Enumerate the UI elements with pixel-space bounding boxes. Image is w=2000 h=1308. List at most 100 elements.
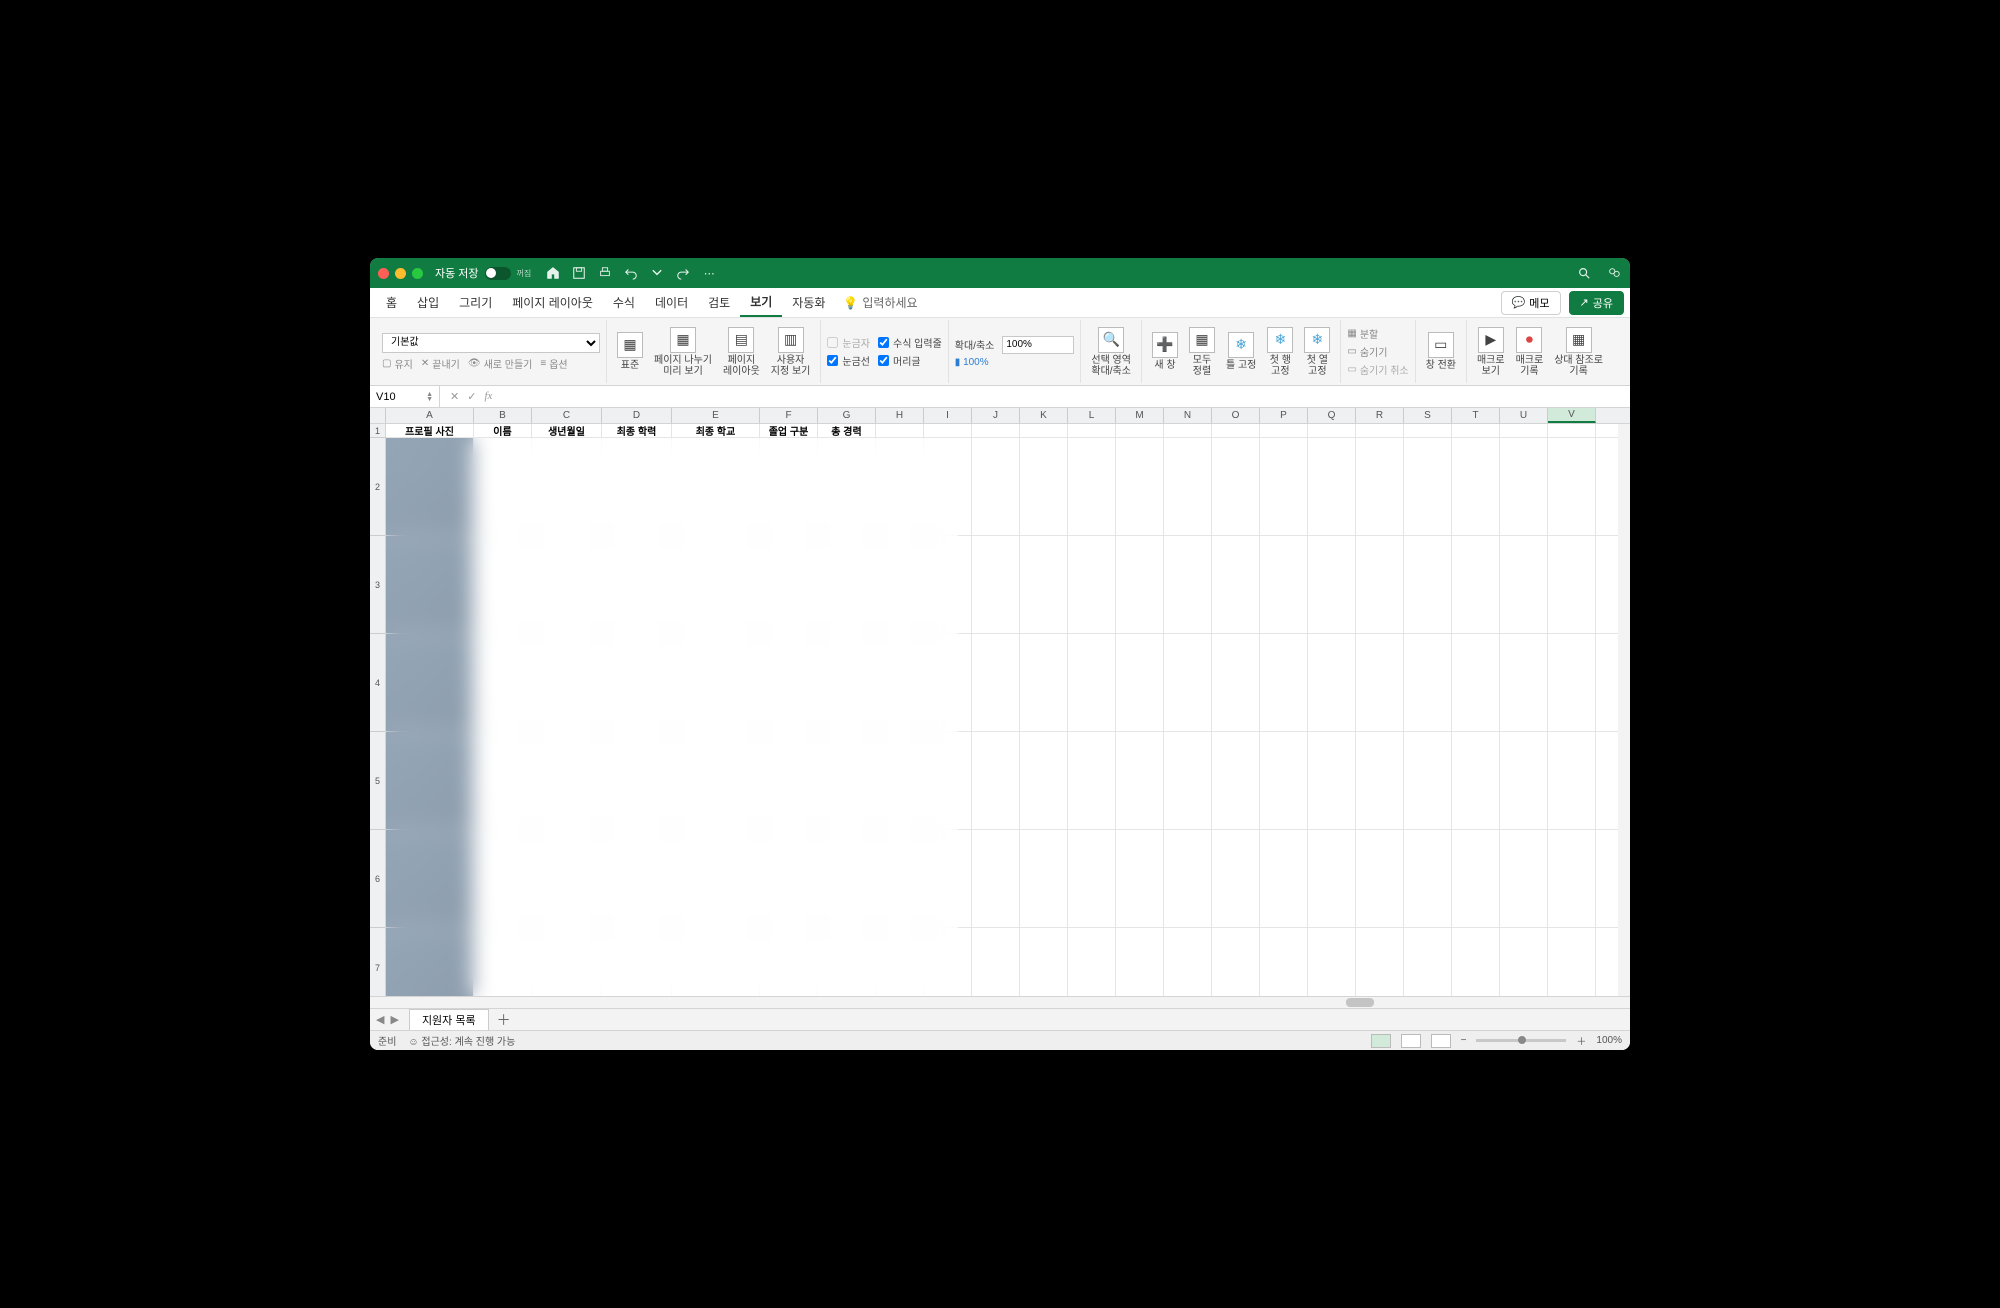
cell-I6[interactable] [924, 830, 972, 927]
cell-S6[interactable] [1404, 830, 1452, 927]
cell-D2[interactable] [602, 438, 672, 535]
cell-I1[interactable] [924, 424, 972, 437]
cell-T7[interactable] [1452, 928, 1500, 996]
cell-U4[interactable] [1500, 634, 1548, 731]
cell-T2[interactable] [1452, 438, 1500, 535]
tab-insert[interactable]: 삽입 [407, 288, 449, 317]
cell-D6[interactable] [602, 830, 672, 927]
cell-T3[interactable] [1452, 536, 1500, 633]
cell-R7[interactable] [1356, 928, 1404, 996]
headings-checkbox[interactable]: 머리글 [878, 353, 921, 368]
cell-E5[interactable] [672, 732, 760, 829]
cell-B2[interactable] [474, 438, 532, 535]
cell-L5[interactable] [1068, 732, 1116, 829]
cell-E1[interactable]: 최종 학교 [672, 424, 760, 437]
cell-A4[interactable] [386, 634, 474, 731]
normal-view-mode-button[interactable] [1371, 1034, 1391, 1048]
new-window-button[interactable]: ➕새 창 [1148, 332, 1182, 371]
hide-button[interactable]: ▭ 숨기기 [1347, 344, 1408, 359]
sheet-nav-prev-icon[interactable]: ◀ [376, 1013, 384, 1026]
unhide-button[interactable]: ▭ 숨기기 취소 [1347, 362, 1408, 377]
cell-L1[interactable] [1068, 424, 1116, 437]
cell-D4[interactable] [602, 634, 672, 731]
cells-area[interactable]: 프로필 사진이름생년월일최종 학력최종 학교졸업 구분총 경력 [386, 424, 1630, 996]
cell-D7[interactable] [602, 928, 672, 996]
freeze-first-col-button[interactable]: ❄첫 열 고정 [1300, 327, 1334, 377]
comments-button[interactable]: 💬 메모 [1501, 291, 1561, 315]
page-layout-button[interactable]: ▤페이지 레이아웃 [719, 327, 764, 377]
cell-C2[interactable] [532, 438, 602, 535]
cell-S4[interactable] [1404, 634, 1452, 731]
cell-M5[interactable] [1116, 732, 1164, 829]
cell-O6[interactable] [1212, 830, 1260, 927]
cell-C6[interactable] [532, 830, 602, 927]
cell-J5[interactable] [972, 732, 1020, 829]
cell-J6[interactable] [972, 830, 1020, 927]
cell-L3[interactable] [1068, 536, 1116, 633]
cell-O5[interactable] [1212, 732, 1260, 829]
cell-A1[interactable]: 프로필 사진 [386, 424, 474, 437]
cell-N2[interactable] [1164, 438, 1212, 535]
cell-G4[interactable] [818, 634, 876, 731]
cell-I5[interactable] [924, 732, 972, 829]
cell-M3[interactable] [1116, 536, 1164, 633]
print-icon[interactable] [597, 265, 613, 281]
cell-C7[interactable] [532, 928, 602, 996]
cell-A6[interactable] [386, 830, 474, 927]
cell-H4[interactable] [876, 634, 924, 731]
sheet-nav-next-icon[interactable]: ▶ [390, 1013, 398, 1026]
cell-I3[interactable] [924, 536, 972, 633]
cell-U5[interactable] [1500, 732, 1548, 829]
cell-H1[interactable] [876, 424, 924, 437]
cell-T4[interactable] [1452, 634, 1500, 731]
cell-C3[interactable] [532, 536, 602, 633]
cell-D1[interactable]: 최종 학력 [602, 424, 672, 437]
column-header-T[interactable]: T [1452, 408, 1500, 423]
close-window-button[interactable] [378, 268, 389, 279]
formula-input[interactable] [502, 386, 1630, 407]
cell-R6[interactable] [1356, 830, 1404, 927]
cell-U6[interactable] [1500, 830, 1548, 927]
cell-Q6[interactable] [1308, 830, 1356, 927]
column-header-U[interactable]: U [1500, 408, 1548, 423]
cell-N6[interactable] [1164, 830, 1212, 927]
cell-L4[interactable] [1068, 634, 1116, 731]
options-button[interactable]: ≡ 옵션 [540, 356, 567, 371]
cell-U2[interactable] [1500, 438, 1548, 535]
cell-A7[interactable] [386, 928, 474, 996]
cell-F5[interactable] [760, 732, 818, 829]
cell-V1[interactable] [1548, 424, 1596, 437]
gridlines-checkbox[interactable]: 눈금선 [827, 353, 870, 368]
split-button[interactable]: ▦ 분할 [1347, 326, 1408, 341]
cell-S7[interactable] [1404, 928, 1452, 996]
column-header-L[interactable]: L [1068, 408, 1116, 423]
cell-G7[interactable] [818, 928, 876, 996]
cell-R2[interactable] [1356, 438, 1404, 535]
column-header-P[interactable]: P [1260, 408, 1308, 423]
cell-P3[interactable] [1260, 536, 1308, 633]
cell-B3[interactable] [474, 536, 532, 633]
autosave-toggle[interactable]: 자동 저장 꺼짐 [435, 265, 531, 281]
cell-N7[interactable] [1164, 928, 1212, 996]
cell-G2[interactable] [818, 438, 876, 535]
scrollbar-thumb[interactable] [1346, 998, 1374, 1007]
column-header-M[interactable]: M [1116, 408, 1164, 423]
freeze-top-row-button[interactable]: ❄첫 행 고정 [1263, 327, 1297, 377]
cell-E2[interactable] [672, 438, 760, 535]
row-header-7[interactable]: 7 [370, 928, 385, 996]
cell-K1[interactable] [1020, 424, 1068, 437]
tab-review[interactable]: 검토 [698, 288, 740, 317]
cell-M6[interactable] [1116, 830, 1164, 927]
cell-U3[interactable] [1500, 536, 1548, 633]
page-break-preview-button[interactable]: ▦페이지 나누기 미리 보기 [650, 327, 716, 377]
page-break-mode-button[interactable] [1431, 1034, 1451, 1048]
cell-K4[interactable] [1020, 634, 1068, 731]
tab-page-layout[interactable]: 페이지 레이아웃 [502, 288, 603, 317]
column-header-O[interactable]: O [1212, 408, 1260, 423]
cell-M2[interactable] [1116, 438, 1164, 535]
cell-B6[interactable] [474, 830, 532, 927]
cell-F1[interactable]: 졸업 구분 [760, 424, 818, 437]
cell-U1[interactable] [1500, 424, 1548, 437]
home-icon[interactable] [545, 265, 561, 281]
keep-button[interactable]: ▢ 유지 [382, 356, 413, 371]
